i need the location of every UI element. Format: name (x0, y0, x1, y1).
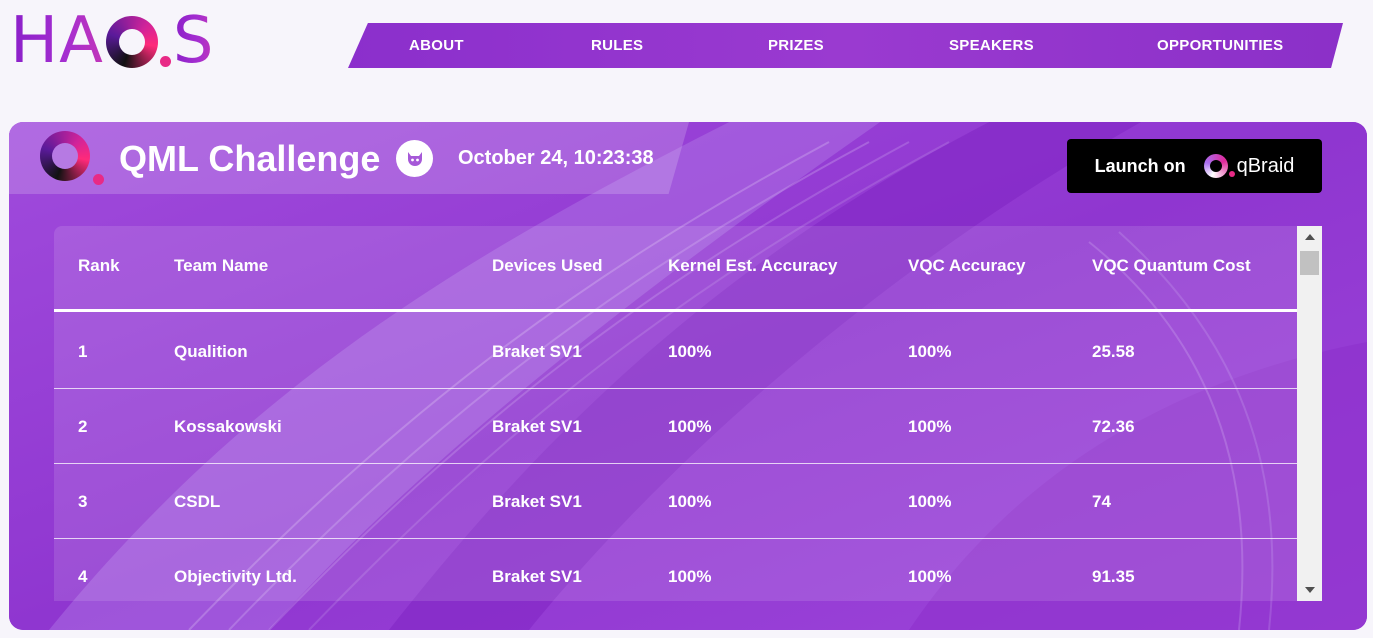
qml-logo-icon (40, 131, 90, 181)
challenge-title: QML Challenge (119, 138, 381, 179)
cell-kernel-accuracy: 100% (668, 342, 712, 361)
cell-vqc-quantum-cost: 25.58 (1092, 342, 1135, 361)
col-vqc-accuracy: VQC Accuracy (908, 256, 1026, 275)
cell-vqc-accuracy: 100% (908, 567, 952, 586)
challenge-panel: QML Challenge October 24, 10:23:38 Launc… (9, 122, 1367, 630)
col-vqc-quantum-cost: VQC Quantum Cost (1092, 256, 1251, 275)
cell-vqc-accuracy: 100% (908, 342, 952, 361)
col-devices-used: Devices Used (492, 256, 603, 275)
cell-devices-used: Braket SV1 (492, 417, 582, 436)
cell-rank: 1 (78, 342, 88, 361)
cell-vqc-quantum-cost: 91.35 (1092, 567, 1135, 586)
nav-opportunities[interactable]: OPPORTUNITIES (1157, 23, 1283, 68)
cell-vqc-accuracy: 100% (908, 417, 952, 436)
col-kernel-accuracy: Kernel Est. Accuracy (668, 256, 838, 275)
cell-team-name: Qualition (174, 342, 248, 361)
cell-vqc-accuracy: 100% (908, 492, 952, 511)
cell-rank: 2 (78, 417, 88, 436)
cell-devices-used: Braket SV1 (492, 492, 582, 511)
cell-vqc-quantum-cost: 72.36 (1092, 417, 1135, 436)
logo-dot-icon (159, 55, 171, 67)
cell-kernel-accuracy: 100% (668, 567, 712, 586)
qbraid-icon (1203, 154, 1228, 178)
col-rank: Rank (78, 256, 120, 275)
top-nav: ABOUT RULES PRIZES SPEAKERS OPPORTUNITIE… (348, 23, 1343, 68)
table-header: Rank Team Name Devices Used Kernel Est. … (54, 226, 1297, 312)
table-row: 3 CSDL Braket SV1 100% 100% 74 (54, 464, 1297, 539)
nav-about[interactable]: ABOUT (409, 23, 464, 68)
leaderboard-table: Rank Team Name Devices Used Kernel Est. … (54, 226, 1322, 601)
cell-rank: 3 (78, 492, 88, 511)
nav-speakers[interactable]: SPEAKERS (949, 23, 1034, 68)
qbraid-brand: qBraid (1236, 154, 1295, 177)
table-row: 4 Objectivity Ltd. Braket SV1 100% 100% … (54, 539, 1297, 601)
scrollbar-thumb[interactable] (1300, 251, 1319, 275)
launch-label: Launch on (1094, 155, 1186, 176)
cell-devices-used: Braket SV1 (492, 567, 582, 586)
cell-team-name: CSDL (174, 492, 221, 511)
challenge-date: October 24, 10:23:38 (458, 147, 654, 169)
scroll-down-arrow-icon[interactable] (1297, 579, 1322, 601)
cell-kernel-accuracy: 100% (668, 417, 712, 436)
cell-vqc-quantum-cost: 74 (1092, 492, 1111, 511)
haqs-logo[interactable]: HA S (10, 8, 215, 74)
table-row: 2 Kossakowski Braket SV1 100% 100% 72.36 (54, 389, 1297, 464)
qbraid-dot-icon (1228, 171, 1235, 177)
launch-qbraid-button[interactable]: Launch on qBraid (1067, 139, 1322, 193)
table-body: Rank Team Name Devices Used Kernel Est. … (54, 226, 1297, 601)
logo-text-left: HA (10, 4, 104, 78)
cell-kernel-accuracy: 100% (668, 492, 712, 511)
nav-prizes[interactable]: PRIZES (768, 23, 824, 68)
col-team-name: Team Name (174, 256, 269, 275)
page: HA S ABOUT RULES PRIZES SPEAKERS OPPORTU… (0, 0, 1373, 638)
cell-team-name: Kossakowski (174, 417, 282, 436)
nav-rules[interactable]: RULES (591, 23, 643, 68)
table-scrollbar[interactable] (1297, 226, 1322, 601)
scroll-up-arrow-icon[interactable] (1297, 226, 1322, 248)
cell-rank: 4 (78, 567, 88, 586)
qml-logo-dot-icon (93, 174, 104, 185)
cell-team-name: Objectivity Ltd. (174, 567, 297, 586)
table-row: 1 Qualition Braket SV1 100% 100% 25.58 (54, 314, 1297, 389)
logo-ring-icon (105, 16, 158, 68)
github-icon[interactable] (396, 140, 433, 177)
cell-devices-used: Braket SV1 (492, 342, 582, 361)
logo-text-right: S (172, 4, 215, 78)
